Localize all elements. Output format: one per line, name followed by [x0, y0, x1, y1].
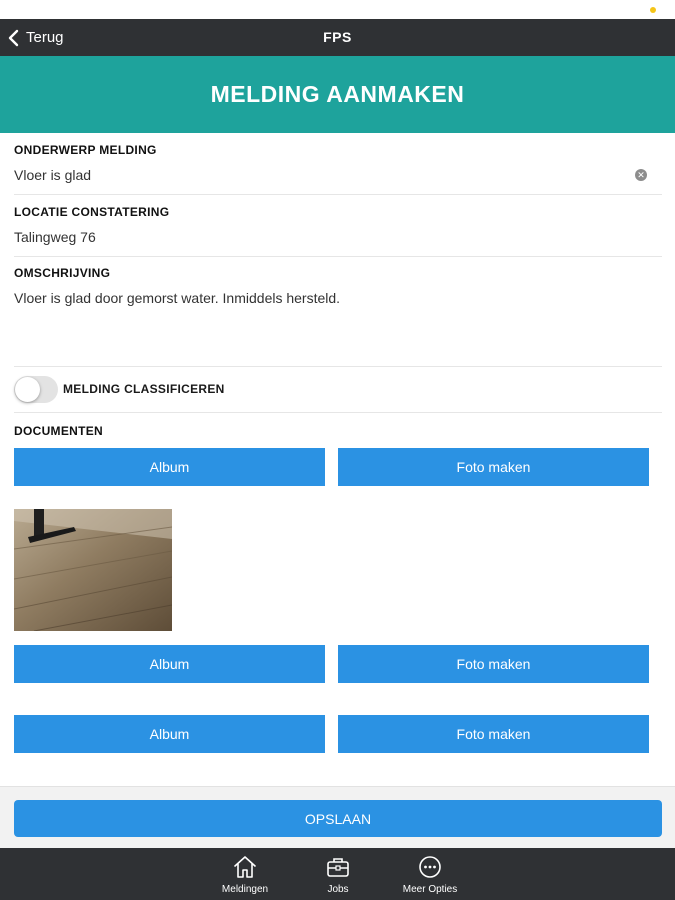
tab-jobs[interactable]: Jobs	[293, 848, 383, 900]
album-button[interactable]: Album	[14, 715, 325, 753]
tab-meldingen[interactable]: Meldingen	[200, 848, 290, 900]
divider	[14, 194, 662, 195]
briefcase-icon	[327, 857, 349, 877]
page-header: MELDING AANMAKEN	[0, 56, 675, 133]
album-button[interactable]: Album	[14, 448, 325, 486]
floor-photo-image	[14, 509, 172, 631]
status-indicator-dot	[650, 7, 656, 13]
classify-label: MELDING CLASSIFICEREN	[63, 382, 225, 396]
location-input[interactable]: Talingweg 76	[14, 229, 662, 245]
tab-label: Meldingen	[221, 883, 269, 895]
photo-thumbnail[interactable]	[14, 509, 172, 631]
classify-row: MELDING CLASSIFICEREN	[14, 374, 662, 404]
take-photo-button[interactable]: Foto maken	[338, 448, 649, 486]
location-field[interactable]: LOCATIE CONSTATERING Talingweg 76	[14, 205, 662, 245]
documents-label: DOCUMENTEN	[14, 424, 103, 438]
tab-label: Meer Opties	[402, 883, 458, 895]
classify-toggle[interactable]	[14, 375, 58, 403]
subject-field[interactable]: ONDERWERP MELDING Vloer is glad	[14, 143, 662, 183]
tab-bar: Meldingen Jobs Meer Opties	[0, 848, 675, 900]
status-bar	[0, 0, 675, 19]
navigation-bar: Terug FPS	[0, 19, 675, 56]
back-button[interactable]: Terug	[6, 19, 64, 56]
documents-section: DOCUMENTEN	[14, 424, 662, 438]
divider	[14, 256, 662, 257]
divider	[14, 412, 662, 413]
take-photo-button[interactable]: Foto maken	[338, 715, 649, 753]
take-photo-button[interactable]: Foto maken	[338, 645, 649, 683]
divider	[14, 366, 662, 367]
clear-icon[interactable]: ✕	[635, 169, 647, 181]
subject-label: ONDERWERP MELDING	[14, 143, 157, 157]
tab-meer-opties[interactable]: Meer Opties	[385, 848, 475, 900]
location-label: LOCATIE CONSTATERING	[14, 205, 170, 219]
toggle-knob	[15, 376, 40, 402]
more-icon	[419, 855, 441, 878]
save-button[interactable]: OPSLAAN	[14, 800, 662, 837]
description-label: OMSCHRIJVING	[14, 266, 111, 280]
tab-label: Jobs	[327, 883, 349, 895]
description-field[interactable]: OMSCHRIJVING Vloer is glad door gemorst …	[14, 266, 662, 361]
description-textarea[interactable]: Vloer is glad door gemorst water. Inmidd…	[14, 290, 662, 306]
back-button-label: Terug	[26, 29, 64, 46]
home-icon	[234, 855, 256, 878]
page-title: MELDING AANMAKEN	[210, 81, 465, 107]
chevron-left-icon	[8, 29, 19, 46]
nav-title: FPS	[323, 29, 352, 45]
subject-input[interactable]: Vloer is glad	[14, 167, 662, 183]
album-button[interactable]: Album	[14, 645, 325, 683]
